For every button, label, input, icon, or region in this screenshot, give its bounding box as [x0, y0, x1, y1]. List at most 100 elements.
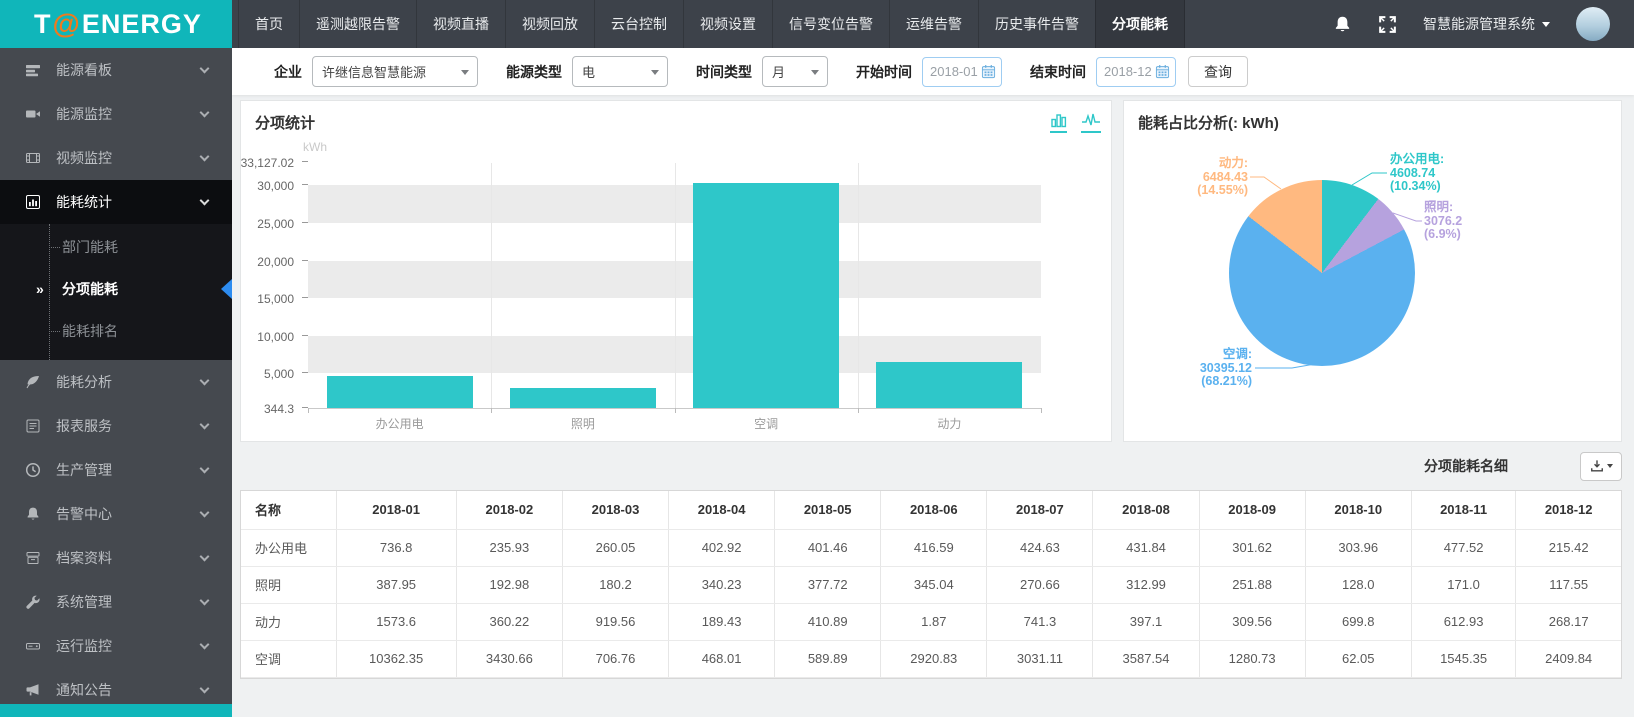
- row-name: 办公用电: [241, 529, 336, 566]
- time-type-selected-value: 月: [772, 62, 785, 81]
- sidebar-item-operation-monitor[interactable]: 运行监控: [0, 624, 232, 668]
- column-header: 2018-05: [775, 491, 881, 529]
- line-toggle-icon[interactable]: [1081, 113, 1101, 133]
- start-date-value[interactable]: [930, 64, 978, 79]
- sidebar-item-energy-stats[interactable]: 能耗统计: [0, 180, 232, 224]
- x-axis-label: 空调: [675, 415, 858, 432]
- topbar-right-cluster: 智慧能源管理系统: [1333, 0, 1634, 48]
- start-date-input[interactable]: [922, 57, 1002, 87]
- sidebar-item-dept-energy[interactable]: 部门能耗: [0, 226, 232, 268]
- end-date-input[interactable]: [1096, 57, 1176, 87]
- nav-tab[interactable]: 视频回放: [505, 0, 594, 48]
- sidebar-item-production-mgmt[interactable]: 生产管理: [0, 448, 232, 492]
- cell-value: 117.55: [1516, 566, 1621, 603]
- pie-label-2: 空调:30395.12(68.21%): [1160, 348, 1252, 389]
- user-avatar[interactable]: [1576, 7, 1610, 41]
- pie-label-pct: (68.21%): [1160, 375, 1252, 389]
- logo-text-t: T: [34, 9, 52, 40]
- cell-value: 424.63: [987, 529, 1093, 566]
- table-title: 分项能耗名细: [1424, 456, 1508, 476]
- time-type-select[interactable]: 月: [762, 56, 828, 87]
- y-axis-tick-mark: [302, 297, 308, 298]
- calendar-icon[interactable]: [1155, 64, 1170, 79]
- cell-value: 268.17: [1516, 603, 1621, 640]
- nav-tab[interactable]: 云台控制: [594, 0, 683, 48]
- calendar-icon[interactable]: [981, 64, 996, 79]
- y-axis-tick-label: 5,000: [235, 367, 294, 381]
- bar-照明[interactable]: [510, 388, 656, 409]
- sidebar-item-system-mgmt[interactable]: 系统管理: [0, 580, 232, 624]
- query-button[interactable]: 查询: [1188, 56, 1248, 87]
- sidebar-item-label: 能源监控: [56, 104, 112, 124]
- start-time-label: 开始时间: [856, 62, 912, 82]
- cell-value: 706.76: [562, 640, 668, 677]
- cell-value: 468.01: [669, 640, 775, 677]
- chevron-down-icon: [200, 463, 210, 473]
- pie-label-value: 3076.2: [1424, 215, 1462, 229]
- chevron-down-icon: [200, 195, 210, 205]
- x-axis-tick: [858, 408, 859, 413]
- pie-label-value: 4608.74: [1390, 167, 1444, 181]
- pie-label-name: 办公用电:: [1390, 153, 1444, 167]
- cell-value: 2920.83: [881, 640, 987, 677]
- column-header: 2018-07: [987, 491, 1093, 529]
- sidebar-item-energy-monitor[interactable]: 能源监控: [0, 92, 232, 136]
- pie-label-pct: (10.34%): [1390, 180, 1444, 194]
- bar-toggle-icon[interactable]: [1050, 113, 1067, 133]
- sidebar-item-subitem-energy[interactable]: 分项能耗: [0, 268, 232, 310]
- y-axis-tick-label: 33,127.02: [235, 156, 294, 170]
- sidebar-item-energy-board[interactable]: 能源看板: [0, 48, 232, 92]
- pie-label-pct: (14.55%): [1156, 184, 1248, 198]
- charts-row: 分项统计 kWh 344.35,00010,00015,00020,00025,…: [232, 95, 1634, 442]
- pie-chart[interactable]: [1229, 180, 1415, 366]
- sidebar-item-report-service[interactable]: 报表服务: [0, 404, 232, 448]
- row-name: 照明: [241, 566, 336, 603]
- pie-label-3: 动力:6484.43(14.55%): [1156, 157, 1248, 198]
- fullscreen-icon[interactable]: [1378, 15, 1397, 34]
- brand-logo[interactable]: T@ENERGY: [0, 0, 232, 48]
- bar-动力[interactable]: [876, 362, 1022, 408]
- bell-icon[interactable]: [1333, 15, 1352, 34]
- megaphone-icon: [25, 682, 41, 698]
- bar-chart-title: 分项统计: [255, 112, 315, 133]
- nav-tab[interactable]: 首页: [238, 0, 299, 48]
- nav-tab[interactable]: 分项能耗: [1095, 0, 1185, 48]
- nav-tab[interactable]: 信号变位告警: [772, 0, 889, 48]
- cell-value: 171.0: [1411, 566, 1516, 603]
- nav-tab[interactable]: 视频直播: [416, 0, 505, 48]
- cell-value: 192.98: [456, 566, 562, 603]
- cell-value: 1280.73: [1199, 640, 1305, 677]
- enterprise-selected-value: 许继信息智慧能源: [322, 62, 426, 81]
- nav-tab[interactable]: 历史事件告警: [978, 0, 1095, 48]
- y-axis-tick-label: 25,000: [235, 217, 294, 231]
- y-axis-tick-mark: [302, 260, 308, 261]
- time-type-filter: 时间类型 月: [696, 56, 828, 87]
- x-axis-label: 办公用电: [308, 415, 491, 432]
- system-name-menu[interactable]: 智慧能源管理系统: [1423, 14, 1550, 34]
- export-button[interactable]: [1580, 452, 1622, 481]
- end-time-filter: 结束时间: [1030, 57, 1176, 87]
- sidebar-item-energy-rank[interactable]: 能耗排名: [0, 310, 232, 352]
- bar-办公用电[interactable]: [327, 376, 473, 408]
- nav-tab[interactable]: 运维告警: [889, 0, 978, 48]
- cell-value: 360.22: [456, 603, 562, 640]
- nav-tab[interactable]: 视频设置: [683, 0, 772, 48]
- sidebar-item-video-monitor[interactable]: 视频监控: [0, 136, 232, 180]
- end-date-value[interactable]: [1104, 64, 1152, 79]
- cell-value: 699.8: [1305, 603, 1411, 640]
- sidebar-item-archives[interactable]: 档案资料: [0, 536, 232, 580]
- column-header: 2018-08: [1093, 491, 1199, 529]
- cell-value: 401.46: [775, 529, 881, 566]
- filter-bar: 企业 许继信息智慧能源 能源类型 电 时间类型 月 开始时间: [232, 48, 1634, 95]
- nav-tab[interactable]: 遥测越限告警: [299, 0, 416, 48]
- sidebar-item-energy-analysis[interactable]: 能耗分析: [0, 360, 232, 404]
- bar-空调[interactable]: [693, 183, 839, 408]
- chevron-down-icon: [200, 151, 210, 161]
- sidebar-item-label: 生产管理: [56, 460, 112, 480]
- camera-icon: [25, 106, 41, 122]
- sidebar-item-alarm-center[interactable]: 告警中心: [0, 492, 232, 536]
- enterprise-select[interactable]: 许继信息智慧能源: [312, 56, 478, 87]
- cell-value: 377.72: [775, 566, 881, 603]
- chevron-down-icon: [200, 63, 210, 73]
- energy-type-select[interactable]: 电: [572, 56, 668, 87]
